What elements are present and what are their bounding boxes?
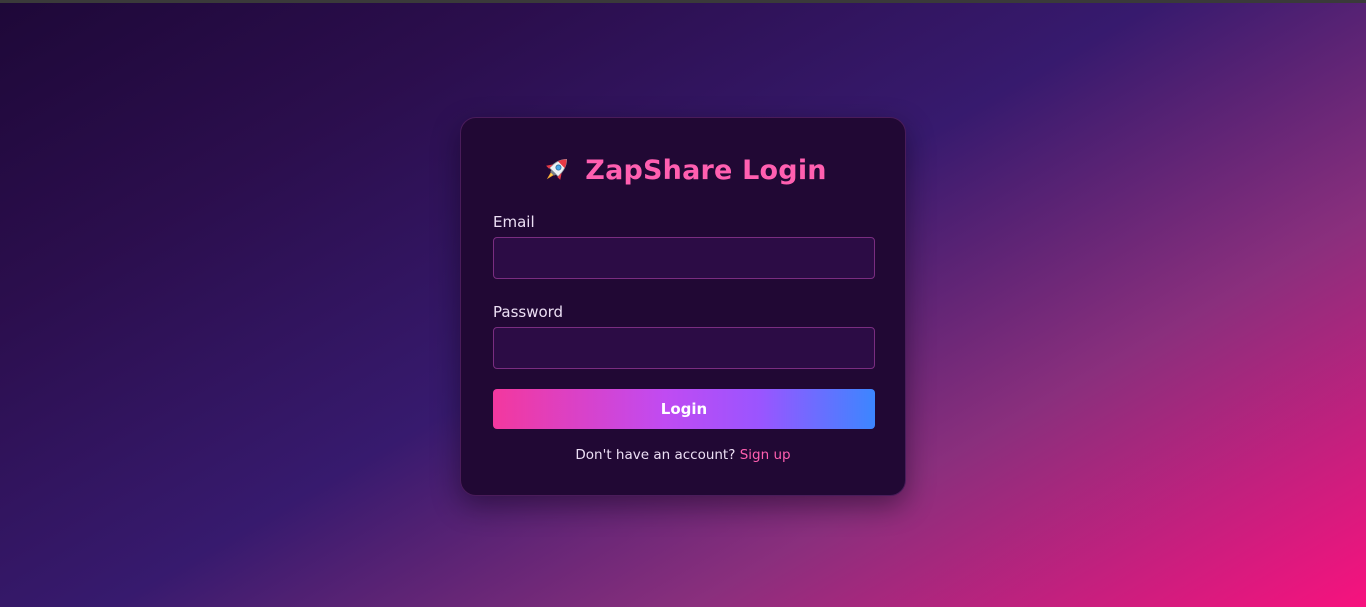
email-field[interactable] bbox=[493, 237, 875, 279]
login-title: ZapShare Login bbox=[461, 150, 905, 190]
password-field[interactable] bbox=[493, 327, 875, 369]
login-card: ZapShare Login Email Password Login Don'… bbox=[460, 117, 906, 496]
signup-link[interactable]: Sign up bbox=[740, 447, 791, 463]
signup-prompt: Don't have an account? bbox=[575, 447, 736, 463]
signup-row: Don't have an account? Sign up bbox=[461, 447, 905, 463]
window-top-border bbox=[0, 0, 1366, 3]
password-label: Password bbox=[493, 303, 564, 321]
email-label: Email bbox=[493, 213, 535, 231]
rocket-icon bbox=[539, 153, 573, 187]
page-title: ZapShare Login bbox=[585, 154, 827, 186]
login-button[interactable]: Login bbox=[493, 389, 875, 429]
